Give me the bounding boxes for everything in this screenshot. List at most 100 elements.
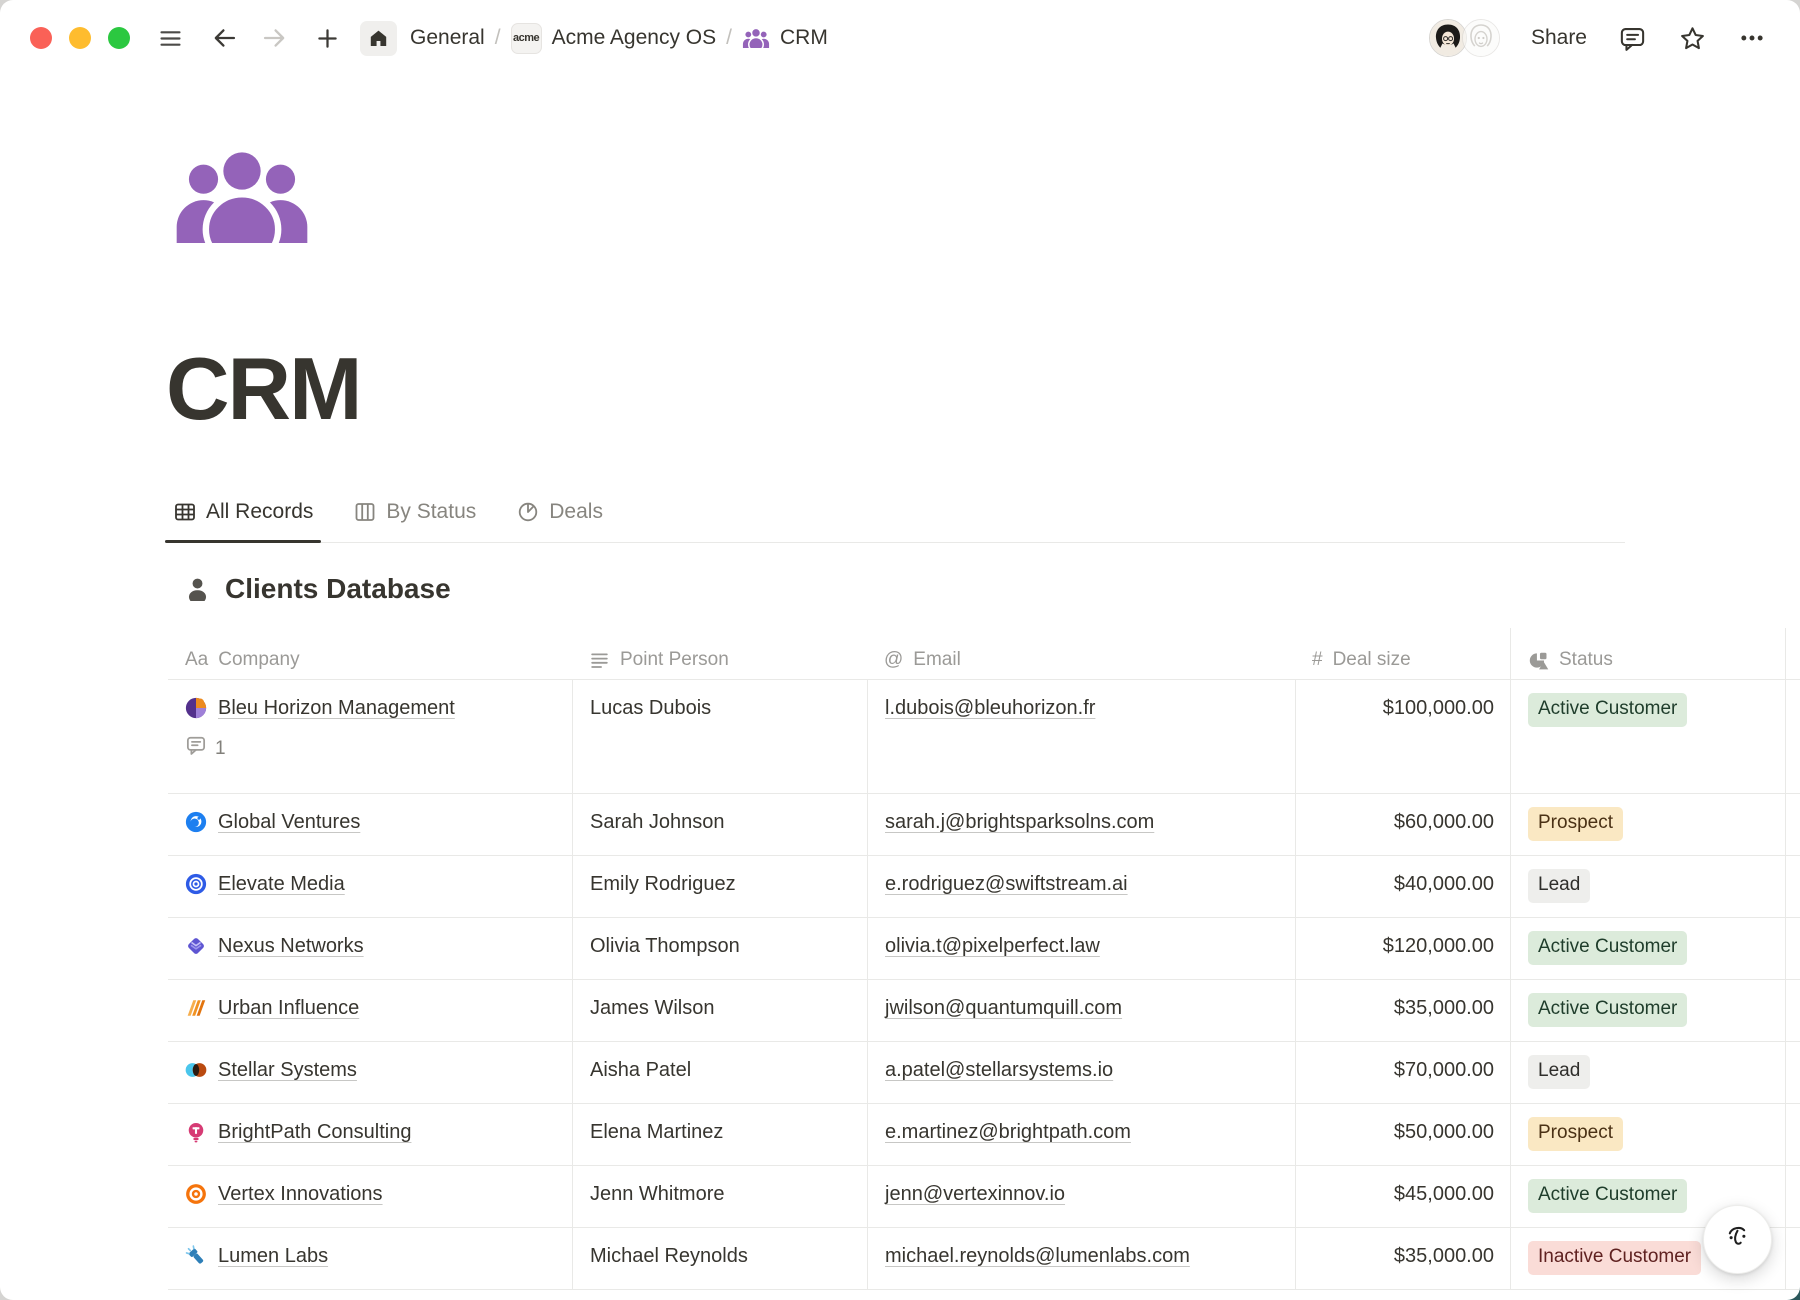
point-person-cell[interactable]: Olivia Thompson: [572, 918, 867, 980]
company-cell[interactable]: Urban Influence: [168, 980, 572, 1042]
status-badge[interactable]: Inactive Customer: [1528, 1241, 1701, 1275]
status-cell[interactable]: Lead: [1510, 1042, 1785, 1104]
minimize-window-button[interactable]: [69, 27, 91, 49]
more-options-icon[interactable]: [1738, 24, 1766, 52]
status-cell[interactable]: Active Customer: [1510, 680, 1785, 794]
email-cell[interactable]: l.dubois@bleuhorizon.fr: [867, 680, 1295, 794]
deal-size-cell[interactable]: $120,000.00: [1295, 918, 1510, 980]
company-cell[interactable]: Nexus Networks: [168, 918, 572, 980]
email-link[interactable]: jenn@vertexinnov.io: [885, 1183, 1065, 1205]
email-cell[interactable]: jwilson@quantumquill.com: [867, 980, 1295, 1042]
page-title[interactable]: CRM: [166, 343, 1800, 435]
company-link[interactable]: Bleu Horizon Management: [218, 695, 455, 721]
status-cell[interactable]: Prospect: [1510, 794, 1785, 856]
deal-size-cell[interactable]: $40,000.00: [1295, 856, 1510, 918]
status-cell[interactable]: Active Customer: [1510, 918, 1785, 980]
email-cell[interactable]: michael.reynolds@lumenlabs.com: [867, 1228, 1295, 1290]
menu-icon[interactable]: [157, 25, 184, 52]
email-link[interactable]: l.dubois@bleuhorizon.fr: [885, 697, 1095, 719]
deal-size-cell[interactable]: $35,000.00: [1295, 980, 1510, 1042]
fullscreen-window-button[interactable]: [108, 27, 130, 49]
comment-count-row[interactable]: 1: [185, 734, 556, 764]
company-link[interactable]: Urban Influence: [218, 995, 359, 1021]
point-person-cell[interactable]: Sarah Johnson: [572, 794, 867, 856]
email-link[interactable]: sarah.j@brightsparksolns.com: [885, 811, 1154, 833]
company-cell[interactable]: Elevate Media: [168, 856, 572, 918]
company-link[interactable]: Stellar Systems: [218, 1057, 357, 1083]
ai-assistant-button[interactable]: [1703, 1205, 1772, 1274]
deal-size-cell[interactable]: $50,000.00: [1295, 1104, 1510, 1166]
status-badge[interactable]: Prospect: [1528, 807, 1623, 841]
plus-icon[interactable]: [314, 25, 341, 52]
company-cell[interactable]: Stellar Systems: [168, 1042, 572, 1104]
company-link[interactable]: Nexus Networks: [218, 933, 364, 959]
avatar[interactable]: [1462, 19, 1500, 57]
email-cell[interactable]: a.patel@stellarsystems.io: [867, 1042, 1295, 1104]
deal-size-cell[interactable]: $45,000.00: [1295, 1166, 1510, 1228]
people-icon: [742, 28, 770, 48]
deal-size-cell[interactable]: $100,000.00: [1295, 680, 1510, 794]
point-person-cell[interactable]: Emily Rodriguez: [572, 856, 867, 918]
email-cell[interactable]: e.rodriguez@swiftstream.ai: [867, 856, 1295, 918]
company-cell[interactable]: Lumen Labs: [168, 1228, 572, 1290]
status-cell[interactable]: Active Customer: [1510, 980, 1785, 1042]
company-cell[interactable]: BrightPath Consulting: [168, 1104, 572, 1166]
deal-size-cell[interactable]: $60,000.00: [1295, 794, 1510, 856]
status-badge[interactable]: Active Customer: [1528, 1179, 1687, 1213]
comments-icon[interactable]: [1618, 24, 1647, 53]
breadcrumb-general[interactable]: General: [410, 26, 485, 50]
email-link[interactable]: jwilson@quantumquill.com: [885, 997, 1122, 1019]
status-badge[interactable]: Active Customer: [1528, 693, 1687, 727]
deal-size-cell[interactable]: $35,000.00: [1295, 1228, 1510, 1290]
status-badge[interactable]: Active Customer: [1528, 993, 1687, 1027]
email-cell[interactable]: e.martinez@brightpath.com: [867, 1104, 1295, 1166]
company-cell[interactable]: Vertex Innovations: [168, 1166, 572, 1228]
column-header-deal-size[interactable]: # Deal size: [1295, 628, 1510, 680]
tab-all-records[interactable]: All Records: [168, 494, 318, 530]
forward-arrow-icon[interactable]: [261, 24, 289, 52]
point-person-cell[interactable]: Michael Reynolds: [572, 1228, 867, 1290]
company-cell[interactable]: Bleu Horizon Management 1: [168, 680, 572, 794]
deal-size-cell[interactable]: $70,000.00: [1295, 1042, 1510, 1104]
tab-by-status[interactable]: By Status: [348, 494, 481, 530]
point-person-cell[interactable]: Lucas Dubois: [572, 680, 867, 794]
email-link[interactable]: e.rodriguez@swiftstream.ai: [885, 873, 1128, 895]
company-link[interactable]: BrightPath Consulting: [218, 1119, 411, 1145]
breadcrumb-page[interactable]: CRM: [742, 26, 828, 50]
status-badge[interactable]: Lead: [1528, 1055, 1590, 1089]
home-button[interactable]: [360, 21, 397, 56]
column-header-company[interactable]: Aa Company: [168, 628, 572, 680]
database-title[interactable]: Clients Database: [184, 570, 1800, 608]
point-person-cell[interactable]: Aisha Patel: [572, 1042, 867, 1104]
email-link[interactable]: olivia.t@pixelperfect.law: [885, 935, 1100, 957]
company-cell[interactable]: Global Ventures: [168, 794, 572, 856]
email-cell[interactable]: jenn@vertexinnov.io: [867, 1166, 1295, 1228]
email-link[interactable]: e.martinez@brightpath.com: [885, 1121, 1131, 1143]
company-link[interactable]: Elevate Media: [218, 871, 345, 897]
back-arrow-icon[interactable]: [210, 24, 238, 52]
column-header-point-person[interactable]: Point Person: [572, 628, 867, 680]
close-window-button[interactable]: [30, 27, 52, 49]
status-badge[interactable]: Lead: [1528, 869, 1590, 903]
email-link[interactable]: michael.reynolds@lumenlabs.com: [885, 1245, 1190, 1267]
column-header-status[interactable]: Status: [1510, 628, 1785, 680]
tab-deals[interactable]: Deals: [511, 494, 608, 530]
company-link[interactable]: Global Ventures: [218, 809, 360, 835]
share-button[interactable]: Share: [1531, 26, 1587, 50]
email-link[interactable]: a.patel@stellarsystems.io: [885, 1059, 1113, 1081]
point-person-cell[interactable]: Elena Martinez: [572, 1104, 867, 1166]
status-cell[interactable]: Lead: [1510, 856, 1785, 918]
status-badge[interactable]: Active Customer: [1528, 931, 1687, 965]
email-cell[interactable]: sarah.j@brightsparksolns.com: [867, 794, 1295, 856]
page-icon-people[interactable]: [172, 150, 312, 243]
company-link[interactable]: Lumen Labs: [218, 1243, 328, 1269]
breadcrumb-workspace[interactable]: acme Acme Agency OS: [511, 23, 717, 54]
point-person-cell[interactable]: James Wilson: [572, 980, 867, 1042]
column-header-email[interactable]: @ Email: [867, 628, 1295, 680]
status-cell[interactable]: Prospect: [1510, 1104, 1785, 1166]
status-badge[interactable]: Prospect: [1528, 1117, 1623, 1151]
email-cell[interactable]: olivia.t@pixelperfect.law: [867, 918, 1295, 980]
point-person-cell[interactable]: Jenn Whitmore: [572, 1166, 867, 1228]
company-link[interactable]: Vertex Innovations: [218, 1181, 383, 1207]
star-icon[interactable]: [1678, 24, 1707, 53]
